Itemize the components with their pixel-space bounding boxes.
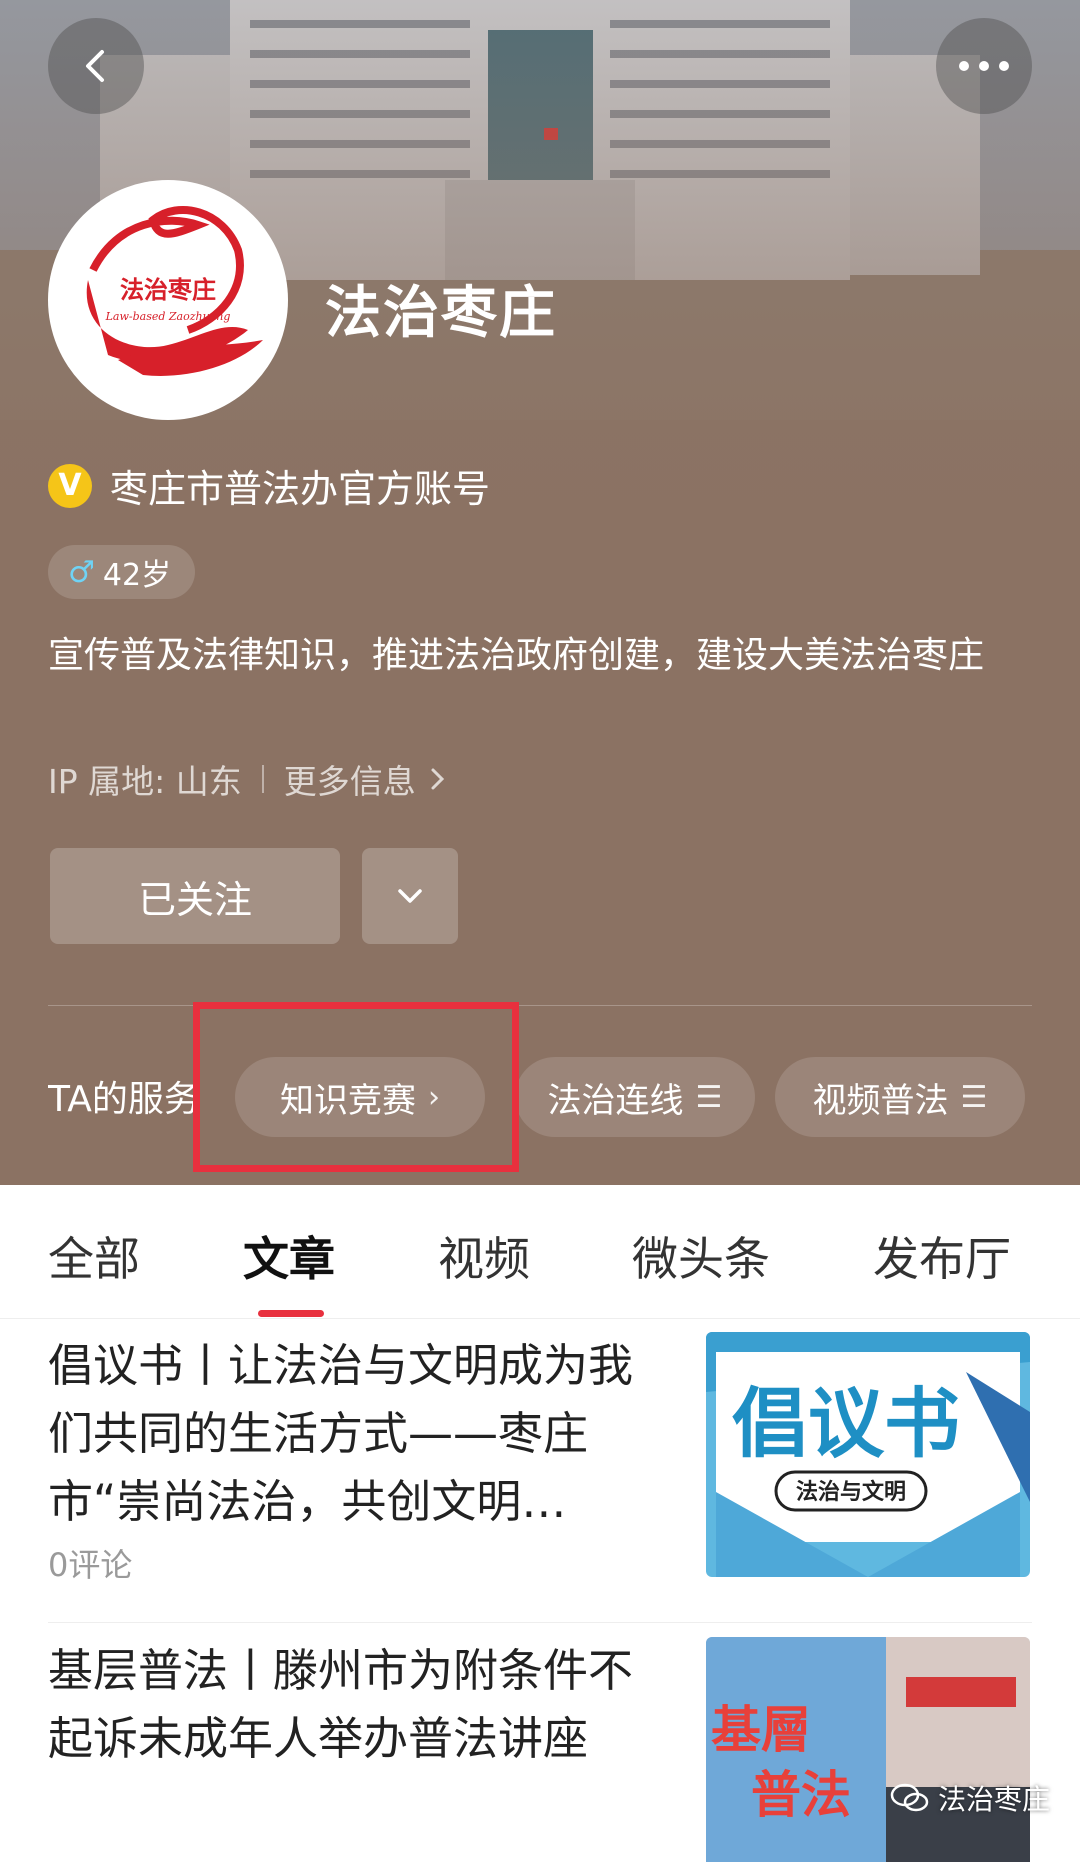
account-name: 法治枣庄 <box>325 281 557 346</box>
watermark: 法治枣庄 <box>890 1778 1050 1818</box>
verification-text: 枣庄市普法办官方账号 <box>110 467 491 511</box>
grassroots-law-thumbnail-image: 基層 普法 <box>706 1637 1030 1862</box>
verified-badge-icon: V <box>48 463 92 508</box>
tab-videos[interactable]: 视频 <box>438 1223 530 1289</box>
follow-dropdown-button[interactable] <box>362 848 458 944</box>
ip-location: IP 属地: 山东 <box>48 762 242 801</box>
tab-articles[interactable]: 文章 <box>243 1223 335 1289</box>
back-arrow-icon <box>86 50 104 82</box>
male-icon: ♂ <box>68 554 95 590</box>
more-info-label: 更多信息 <box>283 762 416 801</box>
service-label: 法治连线 <box>547 1080 684 1121</box>
active-tab-indicator <box>258 1310 324 1317</box>
svg-text:倡议书: 倡议书 <box>732 1379 960 1468</box>
back-button[interactable] <box>48 18 144 114</box>
svg-text:法治枣庄: 法治枣庄 <box>120 275 216 304</box>
tab-press-hall[interactable]: 发布厅 <box>873 1223 1011 1289</box>
article-thumbnail[interactable]: 基層 普法 <box>706 1637 1030 1862</box>
svg-text:普法: 普法 <box>751 1765 851 1824</box>
service-law-hotline[interactable]: 法治连线 ☰ <box>515 1057 755 1137</box>
svg-text:Law-based Zaozhuang: Law-based Zaozhuang <box>105 310 231 323</box>
article-comments: 0评论 <box>48 1546 133 1584</box>
divider <box>261 765 264 793</box>
article-item[interactable]: 倡议书丨让法治与文明成为我们共同的生活方式——枣庄市“崇尚法治，共创文明… 0评… <box>0 1320 1080 1620</box>
age-text: 42岁 <box>102 558 172 593</box>
menu-icon: ☰ <box>960 1079 988 1115</box>
watermark-text: 法治枣庄 <box>938 1783 1051 1816</box>
services-label: TA的服务 <box>48 1079 198 1120</box>
article-title[interactable]: 倡议书丨让法治与文明成为我们共同的生活方式——枣庄市“崇尚法治，共创文明… <box>48 1332 653 1536</box>
tabs-divider <box>0 1318 1080 1319</box>
ip-info-row: IP 属地: 山东 更多信息 <box>48 755 450 803</box>
age-tag: ♂ 42岁 <box>48 545 196 599</box>
chevron-down-icon <box>398 889 422 903</box>
svg-text:法治与文明: 法治与文明 <box>796 1479 906 1505</box>
profile-header: 法治枣庄 Law-based Zaozhuang 法治枣庄 V 枣庄市普法办官方… <box>0 0 1080 1185</box>
service-label: 视频普法 <box>812 1080 949 1121</box>
article-thumbnail[interactable]: 倡议书 法治与文明 <box>706 1332 1030 1577</box>
proposal-thumbnail-image: 倡议书 法治与文明 <box>706 1332 1030 1577</box>
service-video-law[interactable]: 视频普法 ☰ <box>775 1057 1025 1137</box>
more-info-link[interactable]: 更多信息 <box>284 755 450 803</box>
verification-row: V 枣庄市普法办官方账号 <box>48 458 490 513</box>
account-avatar[interactable]: 法治枣庄 Law-based Zaozhuang <box>48 180 288 420</box>
tab-all[interactable]: 全部 <box>48 1223 140 1289</box>
account-bio: 宣传普及法律知识，推进法治政府创建，建设大美法治枣庄 <box>48 635 985 676</box>
article-title[interactable]: 基层普法丨滕州市为附条件不起诉未成年人举办普法讲座 <box>48 1637 653 1773</box>
article-divider <box>48 1622 1032 1623</box>
fazhi-zaozhuang-logo: 法治枣庄 Law-based Zaozhuang <box>86 206 263 376</box>
more-options-button[interactable] <box>936 18 1032 114</box>
svg-text:基層: 基層 <box>711 1700 811 1759</box>
wechat-icon <box>890 1783 929 1812</box>
tab-micro-posts[interactable]: 微头条 <box>632 1223 770 1289</box>
menu-icon: ☰ <box>695 1079 723 1115</box>
followed-button[interactable]: 已关注 <box>50 848 340 944</box>
content-tabs: 全部 文章 视频 微头条 发布厅 <box>0 1185 1080 1318</box>
more-dots-icon <box>959 61 1009 71</box>
chevron-right-icon <box>431 768 444 790</box>
highlight-annotation-box <box>193 1002 519 1172</box>
